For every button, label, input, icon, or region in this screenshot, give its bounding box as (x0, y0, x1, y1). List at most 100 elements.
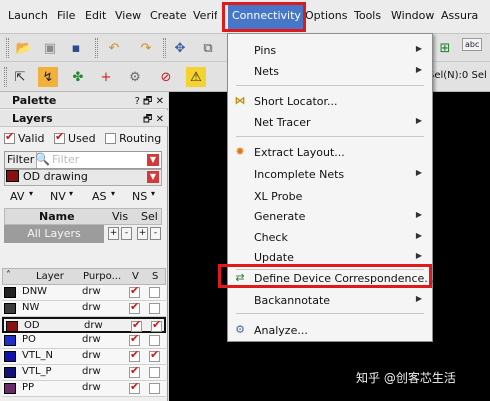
layer-swatch-icon (4, 303, 16, 314)
layer-swatch-icon (6, 321, 18, 332)
zoom-icon[interactable]: ⚙ (125, 67, 145, 87)
nv-dropdown-icon[interactable]: ▾ (69, 189, 73, 198)
layer-selectable-checkbox[interactable] (151, 318, 162, 332)
pan-icon[interactable]: ✥ (170, 38, 190, 58)
current-layer-select[interactable]: OD drawing ▼ (4, 169, 162, 186)
as-button[interactable]: AS (92, 190, 107, 203)
menu-verify[interactable]: Verify (193, 9, 217, 22)
layer-row[interactable]: PO drw (2, 332, 166, 349)
submenu-arrow-icon: ▶ (415, 231, 422, 240)
move-icon[interactable]: ✤ (68, 67, 88, 87)
valid-checkbox[interactable]: Valid (4, 130, 45, 145)
layer-name: PO (22, 334, 36, 345)
filter-dropdown-icon[interactable]: ▼ (147, 154, 159, 166)
layers-header: Layers 🗗 ✕ (0, 110, 168, 127)
pins-label: Pins (254, 44, 277, 57)
layer-row[interactable]: VTL_N drw (2, 348, 166, 365)
layer-selectable-checkbox[interactable] (149, 303, 160, 314)
layer-visible-checkbox[interactable] (129, 348, 140, 362)
all-layers-button[interactable]: All Layers (4, 225, 104, 243)
select-arrow-icon[interactable]: ⇱ (10, 67, 30, 87)
menu-item-extract-layout[interactable]: ✸ Extract Layout... (228, 142, 432, 162)
layer-dropdown-icon[interactable]: ▼ (147, 171, 159, 183)
valid-label: Valid (18, 132, 45, 145)
menu-item-net-tracer[interactable]: Net Tracer ▶ (228, 112, 432, 132)
layer-swatch-icon (4, 383, 16, 394)
toolbar-grip (6, 38, 9, 58)
probe-icon[interactable]: ⊘ (156, 67, 176, 87)
menu-item-xl-probe[interactable]: XL Probe (228, 186, 432, 206)
ns-button[interactable]: NS (132, 190, 147, 203)
toolbar-grip (95, 38, 98, 58)
routing-check-icon (105, 133, 117, 144)
menu-separator (236, 313, 424, 314)
menu-item-backannotate[interactable]: Backannotate ▶ (228, 290, 432, 310)
menu-item-pins[interactable]: Pins ▶ (228, 40, 432, 60)
copy-icon[interactable]: ⧉ (198, 38, 218, 58)
av-button[interactable]: AV (10, 190, 24, 203)
used-checkbox[interactable]: Used (54, 130, 96, 145)
layer-row[interactable]: PP drw (2, 380, 166, 397)
layer-purpose: drw (82, 366, 101, 377)
layer-selectable-checkbox[interactable] (149, 383, 160, 394)
crosshair-icon[interactable]: + (96, 67, 116, 87)
layer-visible-checkbox[interactable] (131, 318, 142, 332)
extract-icon: ✸ (235, 145, 245, 158)
layer-visible-checkbox[interactable] (129, 284, 140, 298)
layer-selectable-checkbox[interactable] (149, 348, 160, 362)
save-icon[interactable]: ▪ (66, 38, 86, 58)
open-folder-icon[interactable]: 📂 (14, 38, 34, 58)
vis-plus-button[interactable]: + (108, 227, 119, 240)
layer-row[interactable]: DNW drw (2, 284, 166, 301)
menu-edit[interactable]: Edit (85, 9, 106, 22)
vis-minus-button[interactable]: - (121, 227, 132, 240)
sort-icon[interactable]: ˄ (6, 270, 11, 281)
submenu-arrow-icon: ▶ (415, 168, 422, 177)
layer-row[interactable]: OD drw (2, 317, 166, 333)
as-dropdown-icon[interactable]: ▾ (111, 189, 115, 198)
layer-selectable-checkbox[interactable] (149, 335, 160, 346)
menu-create[interactable]: Create (150, 9, 187, 22)
menu-item-incomplete-nets[interactable]: Incomplete Nets ▶ (228, 164, 432, 184)
layer-visible-checkbox[interactable] (129, 380, 140, 394)
menu-item-analyze[interactable]: ⚙ Analyze... (228, 320, 432, 340)
layer-selectable-checkbox[interactable] (149, 287, 160, 298)
filter-input[interactable]: Filter (52, 153, 79, 166)
menu-file[interactable]: File (57, 9, 75, 22)
layer-row[interactable]: VTL_P drw (2, 364, 166, 381)
stretch-icon[interactable]: ↯ (38, 67, 58, 87)
layer-visible-checkbox[interactable] (129, 332, 140, 346)
submenu-arrow-icon: ▶ (415, 251, 422, 260)
av-dropdown-icon[interactable]: ▾ (29, 189, 33, 198)
palette-title: Palette (12, 94, 57, 107)
menu-item-check[interactable]: Check ▶ (228, 227, 432, 247)
save-as-icon[interactable]: ▣ (40, 38, 60, 58)
menu-options[interactable]: Options (305, 9, 347, 22)
nv-button[interactable]: NV (50, 190, 66, 203)
menu-item-short-locator[interactable]: ⋈ Short Locator... (228, 91, 432, 111)
undo-icon[interactable]: ↶ (104, 38, 124, 58)
redo-icon[interactable]: ↷ (136, 38, 156, 58)
layer-visible-checkbox[interactable] (129, 300, 140, 314)
palette-window-buttons[interactable]: ? 🗗 ✕ (135, 94, 164, 111)
routing-checkbox[interactable]: Routing (105, 132, 161, 145)
menu-launch[interactable]: Launch (8, 9, 48, 22)
menu-assura[interactable]: Assura (441, 9, 478, 22)
sel-plus-button[interactable]: + (137, 227, 148, 240)
layer-name: OD (24, 320, 40, 331)
menu-window[interactable]: Window (391, 9, 434, 22)
sel-minus-button[interactable]: - (150, 227, 161, 240)
layers-window-buttons[interactable]: 🗗 ✕ (143, 112, 164, 129)
abc-label-button[interactable]: abc (462, 38, 483, 51)
menu-view[interactable]: View (115, 9, 141, 22)
warning-icon[interactable]: ⚠ (186, 67, 206, 87)
menu-tools[interactable]: Tools (354, 9, 381, 22)
menu-item-generate[interactable]: Generate ▶ (228, 206, 432, 226)
layer-visible-checkbox[interactable] (129, 364, 140, 378)
layer-row[interactable]: NW drw (2, 300, 166, 317)
route-icon[interactable]: ⊞ (435, 38, 455, 58)
menu-item-nets[interactable]: Nets ▶ (228, 61, 432, 81)
layer-set-header: Name Vis Sel (4, 208, 162, 225)
ns-dropdown-icon[interactable]: ▾ (151, 189, 155, 198)
layer-selectable-checkbox[interactable] (149, 367, 160, 378)
